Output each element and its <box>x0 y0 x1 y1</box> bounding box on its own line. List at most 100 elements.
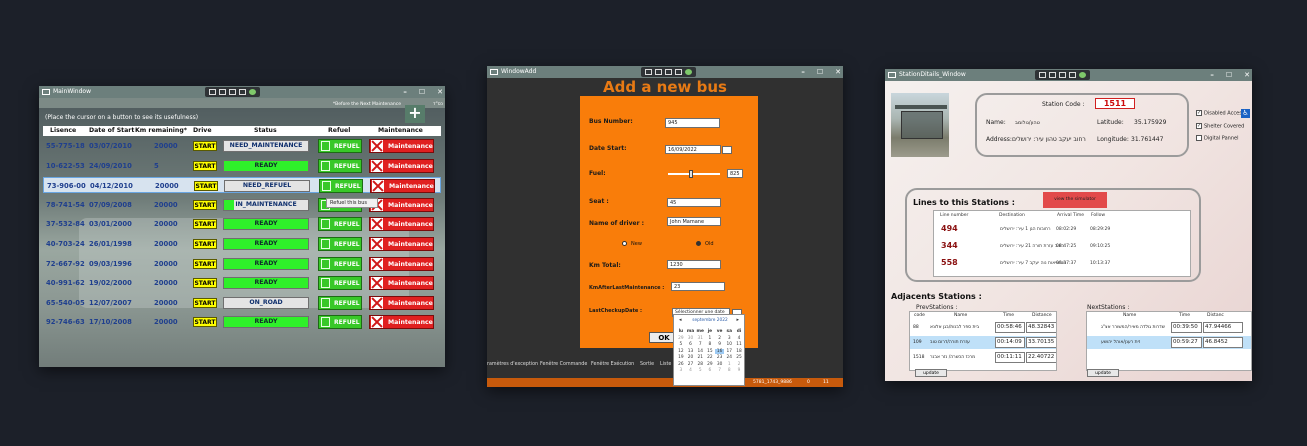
table-row[interactable]: 65-540-05 12/07/2007 20000 START ON_ROAD REFU… <box>43 295 441 311</box>
calendar-day[interactable]: 1 <box>724 362 734 367</box>
calendar-day[interactable]: 25 <box>734 355 744 360</box>
calendar-day[interactable]: 22 <box>705 355 715 360</box>
refuel-button[interactable]: REFUEL <box>318 256 362 271</box>
radio-old[interactable]: Old <box>696 241 714 247</box>
calendar-grid[interactable]: lu ma me je ve sa di 29 30 31 1 2 3 4 5 6 7 8 9 10 11 12 13 14 1… <box>676 329 744 373</box>
calendar-day[interactable]: 11 <box>734 342 744 347</box>
next-stations-grid[interactable]: Name Time Distanc שדרות גולדה מאיר/המשור… <box>1086 311 1252 371</box>
view-simulator-button[interactable]: view the simulator <box>1043 192 1107 208</box>
refuel-button[interactable]: REFUEL <box>318 237 362 251</box>
start-button[interactable]: START <box>193 239 217 249</box>
next-time[interactable]: 00:59:27 <box>1171 337 1202 348</box>
seat-input[interactable]: 45 <box>667 198 721 207</box>
calendar-day[interactable]: 28 <box>695 362 705 367</box>
calendar-day[interactable]: 24 <box>724 355 734 360</box>
refuel-button[interactable]: REFUEL <box>318 315 362 330</box>
calendar-day[interactable]: 19 <box>676 355 686 360</box>
calendar-day[interactable]: 2 <box>715 336 725 341</box>
table-row[interactable]: 10-622-53 24/09/2010 5 START READY REFUEL Main… <box>43 158 441 174</box>
start-button[interactable]: START <box>193 160 217 171</box>
update-prev-button[interactable]: update <box>915 369 947 377</box>
start-button[interactable]: START <box>193 258 217 269</box>
digital-pannel-checkbox[interactable]: Digital Pannel <box>1196 135 1238 142</box>
calendar-day[interactable]: 10 <box>724 342 734 347</box>
maintenance-button[interactable]: Maintenance <box>369 237 434 251</box>
start-button[interactable]: START <box>194 181 218 192</box>
table-row[interactable]: 40-703-24 26/01/1998 20000 START READY REFUEL… <box>43 236 441 252</box>
maintenance-button[interactable]: Maintenance <box>369 139 434 153</box>
maintenance-button[interactable]: Maintenance <box>369 197 434 212</box>
calendar-day[interactable]: 4 <box>686 368 696 373</box>
calendar-day[interactable]: 9 <box>734 368 744 373</box>
next-station-row[interactable]: זית רענן/אוהל יהושע 00:59:27 46.8452 <box>1087 336 1251 349</box>
ide-tab[interactable]: ramètres d'exception <box>487 362 538 367</box>
ide-tab[interactable]: Liste <box>660 362 671 367</box>
calendar-day[interactable]: 16 <box>714 348 725 354</box>
start-button[interactable]: START <box>193 297 217 308</box>
calendar-day[interactable]: 3 <box>724 336 734 341</box>
calendar-day[interactable]: 8 <box>724 368 734 373</box>
maintenance-button[interactable]: Maintenance <box>369 276 434 291</box>
prev-time[interactable]: 00:58:46 <box>995 322 1025 333</box>
table-row[interactable]: 73-906-00 04/12/2010 20000 START NEED_REFUEL… <box>43 177 441 194</box>
table-row[interactable]: 92-746-63 17/10/2008 20000 START READY REFUEL… <box>43 314 441 330</box>
calendar-day[interactable]: 29 <box>705 362 715 367</box>
start-button[interactable]: START <box>193 199 217 210</box>
next-station-row[interactable]: שדרות גולדה מאיר/המשורר אצ"ג 00:39:50 47.9… <box>1087 321 1251 334</box>
calendar-day[interactable]: 15 <box>705 349 715 354</box>
add-window-titlebar[interactable]: WindowAdd – ☐ ✕ <box>487 66 843 78</box>
prev-distance[interactable]: 22.40722 <box>1026 352 1056 363</box>
ide-tab[interactable]: Fenêtre Exécution <box>591 362 634 367</box>
refuel-button[interactable]: REFUEL <box>318 217 362 232</box>
table-row[interactable]: 37-532-84 03/01/2000 20000 START READY REFUEL… <box>43 216 441 232</box>
window-controls[interactable]: – ☐ ✕ <box>1210 69 1250 81</box>
calendar-icon[interactable] <box>722 146 732 154</box>
radio-new[interactable]: New <box>622 241 642 247</box>
disabled-access-checkbox[interactable]: ✓ Disabled Access <box>1196 110 1244 117</box>
prev-distance[interactable]: 33.70135 <box>1026 337 1056 348</box>
calendar-day[interactable]: 13 <box>686 349 696 354</box>
refuel-button[interactable]: REFUEL <box>318 276 362 291</box>
calendar-day[interactable]: 31 <box>695 336 705 341</box>
prev-station-row[interactable]: 1518 מרכז הכשרה/ נזר אבנר 00:11:11 22.40722 <box>910 351 1056 364</box>
prev-station-row[interactable]: 109 עזרת תורה/דרום טוב 00:14:09 33.70135 <box>910 336 1056 349</box>
calendar-day[interactable]: 20 <box>686 355 696 360</box>
table-row[interactable]: 72-667-92 09/03/1996 20000 START READY REFUEL… <box>43 256 441 272</box>
calendar-day[interactable]: 23 <box>715 355 725 360</box>
line-row[interactable]: 494 רחובות הגן 1 עיר: ירושלים 08:02:29 08:2… <box>934 221 1190 237</box>
calendar-day[interactable]: 6 <box>705 368 715 373</box>
date-picker-popup[interactable]: ◂ septembre 2022 ▸ lu ma me je ve sa di 29 30 31 1… <box>673 314 745 386</box>
update-next-button[interactable]: update <box>1087 369 1119 377</box>
prev-distance[interactable]: 48.32843 <box>1026 322 1056 333</box>
table-row[interactable]: 78-741-54 07/09/2008 20000 START IN_MAINTENA… <box>43 197 441 213</box>
calendar-day[interactable]: 14 <box>695 349 705 354</box>
maintenance-button[interactable]: Maintenance <box>369 295 434 310</box>
window-controls[interactable]: – ☐ ✕ <box>403 86 443 98</box>
debug-toolbar[interactable] <box>1035 70 1090 80</box>
prev-time[interactable]: 00:14:09 <box>995 337 1025 348</box>
refuel-button[interactable]: REFUEL <box>318 158 362 173</box>
km-after-input[interactable]: 23 <box>671 282 725 291</box>
calendar-day[interactable]: 9 <box>715 342 725 347</box>
calendar-day[interactable]: 8 <box>705 342 715 347</box>
driver-input[interactable]: John Mamane <box>667 217 721 226</box>
ide-tab[interactable]: Fenêtre Commande <box>540 362 587 367</box>
main-window-titlebar[interactable]: MainWindow – ☐ ✕ <box>39 86 445 98</box>
km-total-input[interactable]: 1230 <box>667 260 721 269</box>
calendar-day[interactable]: 30 <box>715 362 725 367</box>
calendar-day[interactable]: 6 <box>686 342 696 347</box>
start-button[interactable]: START <box>193 317 217 328</box>
add-bus-button[interactable]: + <box>405 105 425 123</box>
calendar-day[interactable]: 30 <box>686 336 696 341</box>
next-distance[interactable]: 47.94466 <box>1203 322 1243 333</box>
calendar-day[interactable]: 27 <box>686 362 696 367</box>
date-start-input[interactable]: 16/09/2022 <box>665 145 721 154</box>
calendar-day[interactable]: 17 <box>724 349 734 354</box>
refuel-button[interactable]: REFUEL <box>318 295 362 310</box>
calendar-day[interactable]: 26 <box>676 362 686 367</box>
calendar-day[interactable]: 21 <box>695 355 705 360</box>
fuel-value[interactable]: 825 <box>727 169 743 178</box>
next-time[interactable]: 00:39:50 <box>1171 322 1202 333</box>
line-row[interactable]: 344 רחוב עזרת תורה 21 עיר: ירושלים 08:47:2… <box>934 238 1190 254</box>
window-controls[interactable]: – ☐ ✕ <box>801 66 841 78</box>
